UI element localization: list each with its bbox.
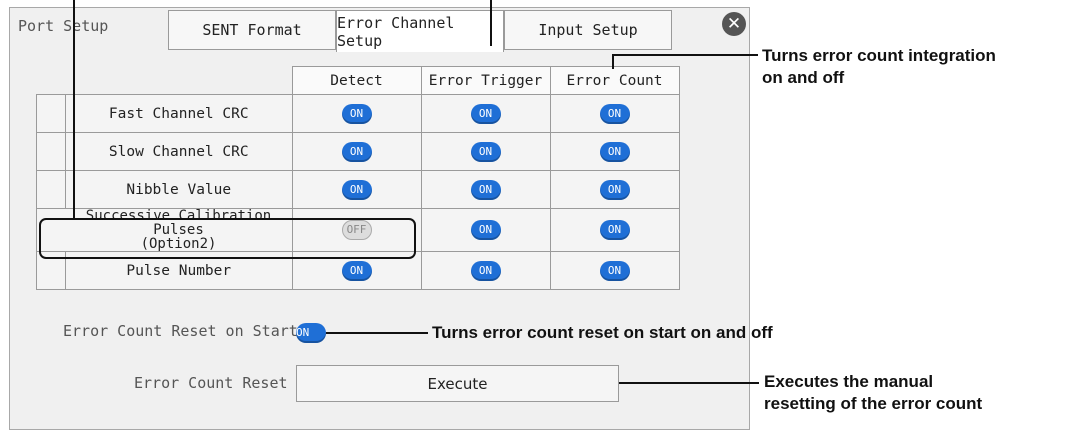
table-row: Fast Channel CRC ON ON ON [36,94,680,133]
leader-line [612,54,758,56]
callout-execute: Executes the manual resetting of the err… [764,371,982,415]
reset-on-start-label: Error Count Reset on Start [63,322,298,340]
error-count-reset-label: Error Count Reset [134,374,288,392]
leader-line [619,382,759,384]
tab-error-channel-setup[interactable]: Error Channel Setup [336,10,504,52]
column-header-error-trigger: Error Trigger [420,66,551,95]
table-row: Slow Channel CRC ON ON ON [36,132,680,171]
leader-line [612,54,614,69]
column-header-error-count: Error Count [549,66,680,95]
leader-line [73,0,75,219]
error-trigger-toggle[interactable]: ON [470,179,501,200]
table-header-row: Detect Error Trigger Error Count [37,66,680,95]
error-trigger-toggle[interactable]: ON [470,103,501,124]
tab-sent-format[interactable]: SENT Format [168,10,336,50]
error-trigger-toggle[interactable]: ON [470,220,501,240]
callout-line: resetting of the error count [764,394,983,413]
row-label: Nibble Value [65,170,292,209]
error-count-toggle[interactable]: ON [599,220,630,240]
callout-line: Turns error count integration [762,46,996,65]
leader-line [326,332,428,334]
row-label: Slow Channel CRC [65,132,292,171]
error-count-toggle[interactable]: ON [599,141,630,162]
execute-button[interactable]: Execute [296,365,619,402]
callout-reset-on-start: Turns error count reset on start on and … [432,323,773,342]
error-trigger-toggle[interactable]: ON [470,260,501,281]
callout-line: Executes the manual [764,372,934,391]
close-icon[interactable]: ✕ [722,12,746,36]
error-count-toggle[interactable]: ON [599,103,630,124]
row-label: Fast Channel CRC [65,94,292,133]
leader-line [490,0,492,46]
error-trigger-toggle[interactable]: ON [470,141,501,162]
highlight-frame [39,218,416,259]
detect-toggle[interactable]: ON [341,141,372,162]
table-row: Nibble Value ON ON ON [36,170,680,209]
detect-toggle[interactable]: ON [341,260,372,281]
detect-toggle[interactable]: ON [341,103,372,124]
tab-input-setup[interactable]: Input Setup [504,10,672,50]
callout-error-count: Turns error count integration on and off [762,45,996,89]
detect-toggle[interactable]: ON [341,179,372,200]
error-count-toggle[interactable]: ON [599,179,630,200]
callout-line: on and off [762,68,845,87]
column-header-detect: Detect [291,66,422,95]
error-count-toggle[interactable]: ON [599,260,630,281]
dialog-title: Port Setup [18,17,109,35]
reset-on-start-toggle[interactable]: ON [296,323,326,343]
